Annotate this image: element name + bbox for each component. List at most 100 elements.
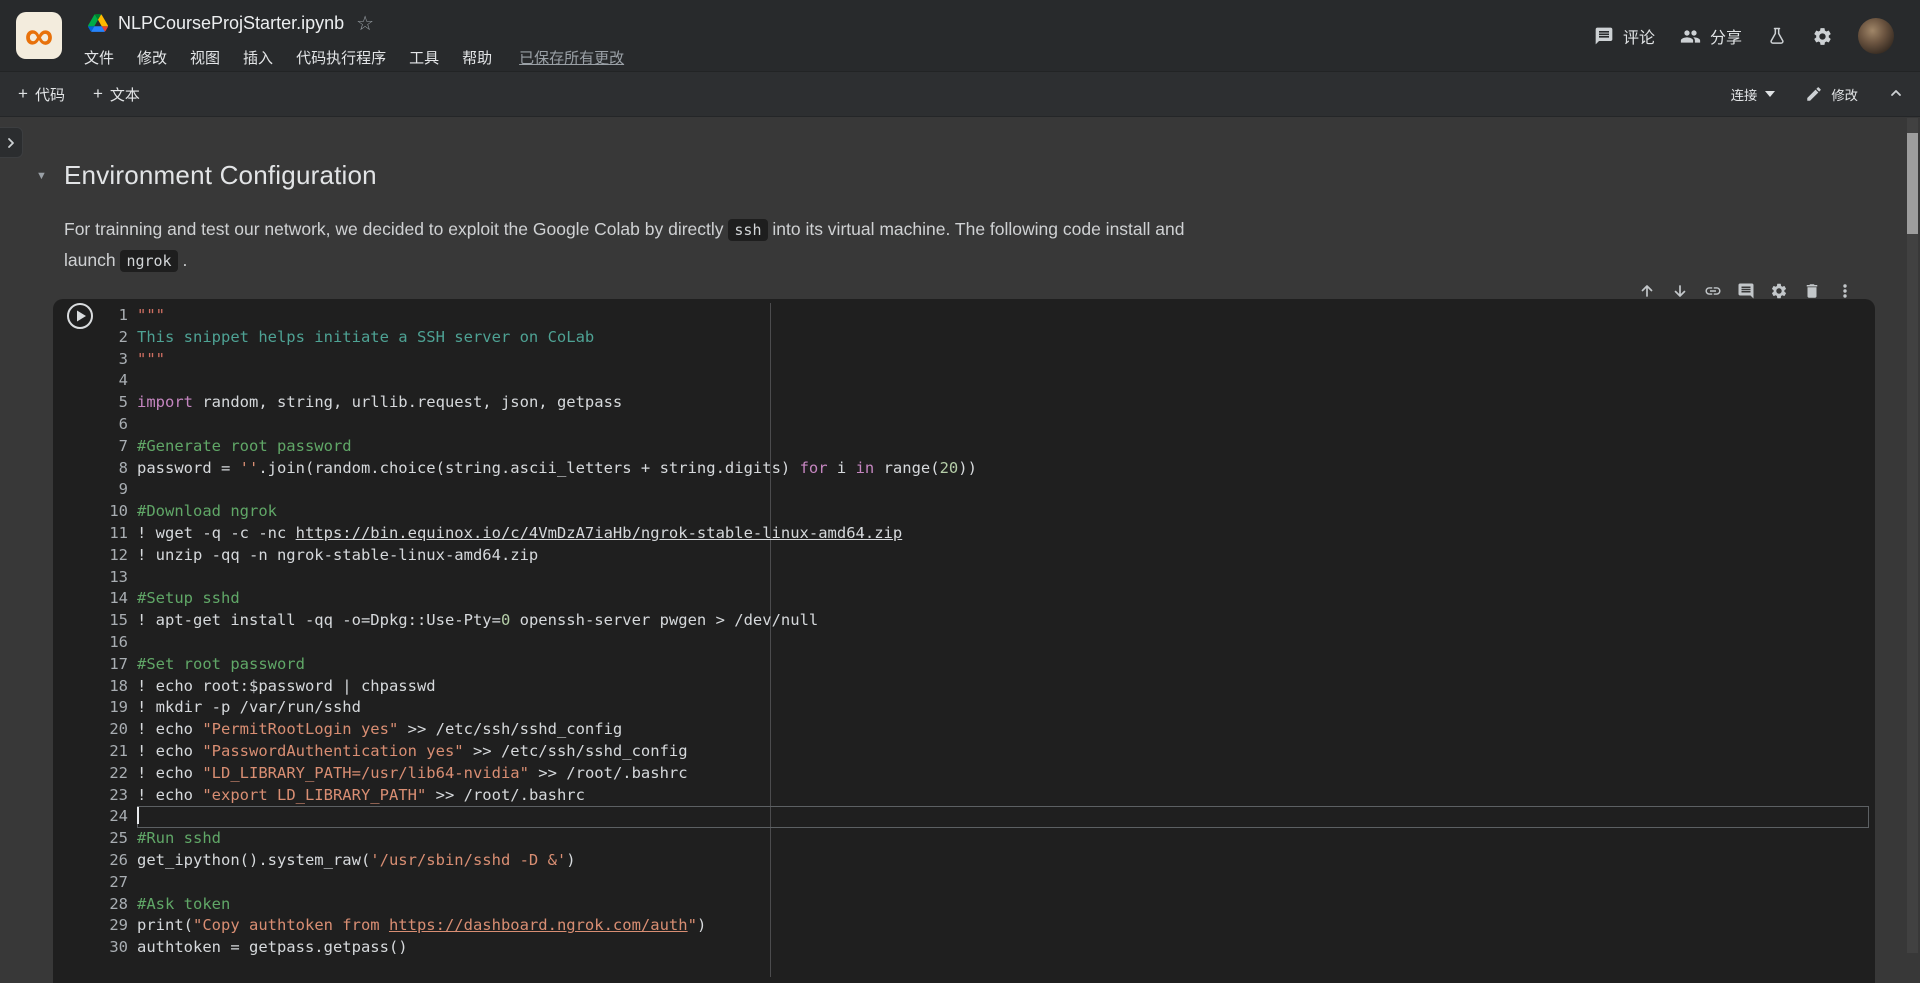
- code-text[interactable]: [137, 632, 1869, 654]
- line-number: 5: [101, 392, 128, 414]
- add-comment-button[interactable]: [1733, 278, 1759, 304]
- code-text[interactable]: ! echo "LD_LIBRARY_PATH=/usr/lib64-nvidi…: [137, 763, 1869, 785]
- line-number: 20: [101, 719, 128, 741]
- code-line[interactable]: 5 import random, string, urllib.request, …: [101, 392, 1869, 414]
- code-line[interactable]: 18! echo root:$password | chpasswd: [101, 676, 1869, 698]
- comments-button[interactable]: 评论: [1594, 24, 1655, 48]
- code-line[interactable]: 23! echo "export LD_LIBRARY_PATH" >> /ro…: [101, 785, 1869, 807]
- code-text[interactable]: [137, 806, 1869, 828]
- code-text[interactable]: authtoken = getpass.getpass(): [137, 937, 1869, 959]
- panel-expand-button[interactable]: [0, 127, 23, 158]
- share-button[interactable]: 分享: [1680, 24, 1742, 48]
- code-text[interactable]: This snippet helps initiate a SSH server…: [137, 327, 1869, 349]
- code-line[interactable]: 25 #Run sshd: [101, 828, 1869, 850]
- more-actions-button[interactable]: [1832, 278, 1858, 304]
- code-line[interactable]: 6: [101, 414, 1869, 436]
- avatar[interactable]: [1858, 18, 1894, 54]
- code-text[interactable]: get_ipython().system_raw('/usr/sbin/sshd…: [137, 850, 1869, 872]
- code-text[interactable]: ! unzip -qq -n ngrok-stable-linux-amd64.…: [137, 545, 1869, 567]
- code-line[interactable]: 27: [101, 872, 1869, 894]
- code-text[interactable]: #Set root password: [137, 654, 1869, 676]
- code-text[interactable]: [137, 872, 1869, 894]
- connect-button[interactable]: 连接: [1731, 85, 1776, 104]
- delete-cell-button[interactable]: [1799, 278, 1825, 304]
- code-text[interactable]: [137, 479, 1869, 501]
- code-line[interactable]: 29print("Copy authtoken from https://das…: [101, 915, 1869, 937]
- colab-logo-icon[interactable]: ∞: [16, 12, 62, 59]
- menu-file[interactable]: 文件: [84, 47, 114, 68]
- run-cell-button[interactable]: [66, 302, 94, 330]
- add-text-button[interactable]: + 文本: [93, 84, 140, 105]
- code-line[interactable]: 19! mkdir -p /var/run/sshd: [101, 697, 1869, 719]
- scrollbar-thumb[interactable]: [1907, 133, 1918, 234]
- save-status[interactable]: 已保存所有更改: [519, 47, 624, 68]
- code-line[interactable]: 13: [101, 567, 1869, 589]
- code-line[interactable]: 24: [101, 806, 1869, 828]
- code-line[interactable]: 1""": [101, 305, 1869, 327]
- menu-edit[interactable]: 修改: [137, 47, 167, 68]
- code-line[interactable]: 4: [101, 370, 1869, 392]
- settings-button[interactable]: [1812, 26, 1833, 47]
- code-text[interactable]: #Run sshd: [137, 828, 1869, 850]
- code-text[interactable]: password = ''.join(random.choice(string.…: [137, 458, 1869, 480]
- code-text[interactable]: """: [137, 305, 1869, 327]
- code-line[interactable]: 7#Generate root password: [101, 436, 1869, 458]
- cell-settings-button[interactable]: [1766, 278, 1792, 304]
- code-text[interactable]: import random, string, urllib.request, j…: [137, 392, 1869, 414]
- line-number: 8: [101, 458, 128, 480]
- menu-view[interactable]: 视图: [190, 47, 220, 68]
- code-cell[interactable]: 1"""2This snippet helps initiate a SSH s…: [53, 299, 1875, 983]
- labs-button[interactable]: [1767, 26, 1787, 46]
- scrollbar[interactable]: [1907, 118, 1918, 953]
- code-line[interactable]: 14 #Setup sshd: [101, 588, 1869, 610]
- code-line[interactable]: 16: [101, 632, 1869, 654]
- section-collapse-icon[interactable]: ▼: [36, 170, 47, 182]
- line-number: 25: [101, 828, 128, 850]
- code-line[interactable]: 8 password = ''.join(random.choice(string…: [101, 458, 1869, 480]
- code-line[interactable]: 2This snippet helps initiate a SSH serve…: [101, 327, 1869, 349]
- code-text[interactable]: ! echo "export LD_LIBRARY_PATH" >> /root…: [137, 785, 1869, 807]
- code-text[interactable]: print("Copy authtoken from https://dashb…: [137, 915, 1869, 937]
- code-text[interactable]: #Setup sshd: [137, 588, 1869, 610]
- code-text[interactable]: #Generate root password: [137, 436, 1869, 458]
- code-line[interactable]: 9: [101, 479, 1869, 501]
- code-line[interactable]: 12! unzip -qq -n ngrok-stable-linux-amd6…: [101, 545, 1869, 567]
- collapse-header-button[interactable]: [1888, 85, 1904, 104]
- line-number: 14: [101, 588, 128, 610]
- menu-insert[interactable]: 插入: [243, 47, 273, 68]
- code-line[interactable]: 10#Download ngrok: [101, 501, 1869, 523]
- code-line[interactable]: 15! apt-get install -qq -o=Dpkg::Use-Pty…: [101, 610, 1869, 632]
- code-text[interactable]: """: [137, 349, 1869, 371]
- code-text[interactable]: ! echo root:$password | chpasswd: [137, 676, 1869, 698]
- code-text[interactable]: ! apt-get install -qq -o=Dpkg::Use-Pty=0…: [137, 610, 1869, 632]
- add-code-button[interactable]: + 代码: [18, 84, 65, 105]
- code-line[interactable]: 26get_ipython().system_raw('/usr/sbin/ss…: [101, 850, 1869, 872]
- move-cell-down-button[interactable]: [1667, 278, 1693, 304]
- menu-tools[interactable]: 工具: [409, 47, 439, 68]
- code-line[interactable]: 22! echo "LD_LIBRARY_PATH=/usr/lib64-nvi…: [101, 763, 1869, 785]
- menu-runtime[interactable]: 代码执行程序: [296, 47, 386, 68]
- code-text[interactable]: [137, 370, 1869, 392]
- code-line[interactable]: 11! wget -q -c -nc https://bin.equinox.i…: [101, 523, 1869, 545]
- edit-mode-button[interactable]: 修改: [1805, 85, 1858, 104]
- code-text[interactable]: ! echo "PasswordAuthentication yes" >> /…: [137, 741, 1869, 763]
- comment-icon: [1737, 282, 1755, 300]
- copy-cell-link-button[interactable]: [1700, 278, 1726, 304]
- star-icon[interactable]: ☆: [356, 11, 374, 36]
- code-text[interactable]: [137, 414, 1869, 436]
- code-line[interactable]: 3""": [101, 349, 1869, 371]
- code-line[interactable]: 17#Set root password: [101, 654, 1869, 676]
- code-text[interactable]: #Download ngrok: [137, 501, 1869, 523]
- code-text[interactable]: ! wget -q -c -nc https://bin.equinox.io/…: [137, 523, 1869, 545]
- move-cell-up-button[interactable]: [1634, 278, 1660, 304]
- code-text[interactable]: [137, 567, 1869, 589]
- code-line[interactable]: 28#Ask token: [101, 894, 1869, 916]
- menu-help[interactable]: 帮助: [462, 47, 492, 68]
- code-line[interactable]: 30authtoken = getpass.getpass(): [101, 937, 1869, 959]
- code-line[interactable]: 21! echo "PasswordAuthentication yes" >>…: [101, 741, 1869, 763]
- code-text[interactable]: ! echo "PermitRootLogin yes" >> /etc/ssh…: [137, 719, 1869, 741]
- code-text[interactable]: #Ask token: [137, 894, 1869, 916]
- code-line[interactable]: 20 ! echo "PermitRootLogin yes" >> /etc/s…: [101, 719, 1869, 741]
- code-text[interactable]: ! mkdir -p /var/run/sshd: [137, 697, 1869, 719]
- notebook-title[interactable]: NLPCourseProjStarter.ipynb: [118, 13, 344, 34]
